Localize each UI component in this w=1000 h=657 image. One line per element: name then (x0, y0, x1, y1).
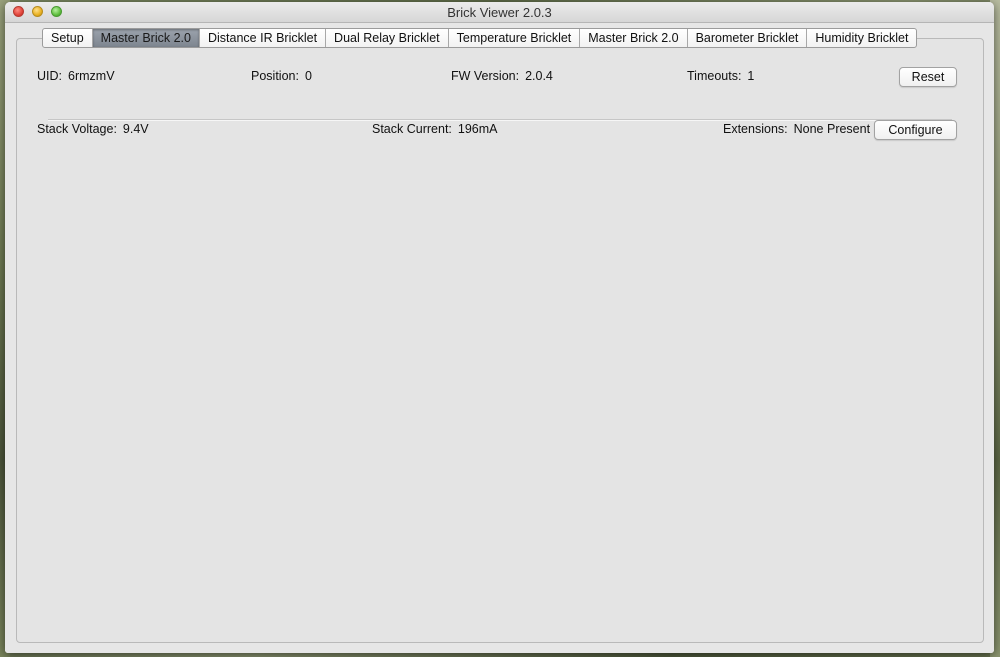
app-window: Brick Viewer 2.0.3 Setup Master Brick 2.… (5, 2, 994, 653)
tab-dual-relay-bricklet[interactable]: Dual Relay Bricklet (326, 29, 449, 47)
extensions-label: Extensions: (723, 122, 788, 136)
tab-humidity-bricklet[interactable]: Humidity Bricklet (807, 29, 916, 47)
fw-version-field: FW Version: 2.0.4 (451, 69, 553, 83)
timeouts-field: Timeouts: 1 (687, 69, 754, 83)
position-field: Position: 0 (251, 69, 312, 83)
position-label: Position: (251, 69, 299, 83)
tab-master-brick-2[interactable]: Master Brick 2.0 (580, 29, 688, 47)
tab-distance-ir-bricklet[interactable]: Distance IR Bricklet (200, 29, 327, 47)
uid-value: 6rmzmV (68, 69, 115, 83)
stack-voltage-field: Stack Voltage: 9.4V (37, 122, 149, 136)
uid-label: UID: (37, 69, 62, 83)
tab-temperature-bricklet[interactable]: Temperature Bricklet (449, 29, 581, 47)
timeouts-value: 1 (747, 69, 755, 83)
stack-current-value: 196mA (457, 122, 498, 136)
reset-button[interactable]: Reset (899, 67, 957, 87)
tab-setup[interactable]: Setup (43, 29, 93, 47)
extensions-field: Extensions: None Present (723, 122, 870, 136)
main-content: Setup Master Brick 2.0 Distance IR Brick… (5, 23, 994, 653)
timeouts-label: Timeouts: (687, 69, 742, 83)
title-bar[interactable]: Brick Viewer 2.0.3 (5, 2, 994, 23)
stack-row: Stack Voltage: 9.4V Stack Current: 196mA E… (17, 119, 983, 141)
stack-voltage-label: Stack Voltage: (37, 122, 117, 136)
info-row: UID: 6rmzmV Position: 0 FW Version: 2.0.4 T… (17, 66, 983, 88)
position-value: 0 (304, 69, 312, 83)
extensions-value: None Present (793, 122, 871, 136)
stack-voltage-value: 9.4V (122, 122, 149, 136)
uid-field: UID: 6rmzmV (37, 69, 115, 83)
device-tab-bar: Setup Master Brick 2.0 Distance IR Brick… (42, 28, 918, 48)
fw-version-label: FW Version: (451, 69, 520, 83)
window-title: Brick Viewer 2.0.3 (447, 5, 552, 20)
configure-button[interactable]: Configure (874, 120, 957, 140)
stack-current-label: Stack Current: (372, 122, 452, 136)
tab-barometer-bricklet[interactable]: Barometer Bricklet (688, 29, 808, 47)
master-brick-panel: UID: 6rmzmV Position: 0 FW Version: 2.0.4 T… (16, 38, 984, 643)
fw-version-value: 2.0.4 (525, 69, 553, 83)
stack-current-field: Stack Current: 196mA (372, 122, 498, 136)
tab-master-brick[interactable]: Master Brick 2.0 (92, 29, 200, 47)
